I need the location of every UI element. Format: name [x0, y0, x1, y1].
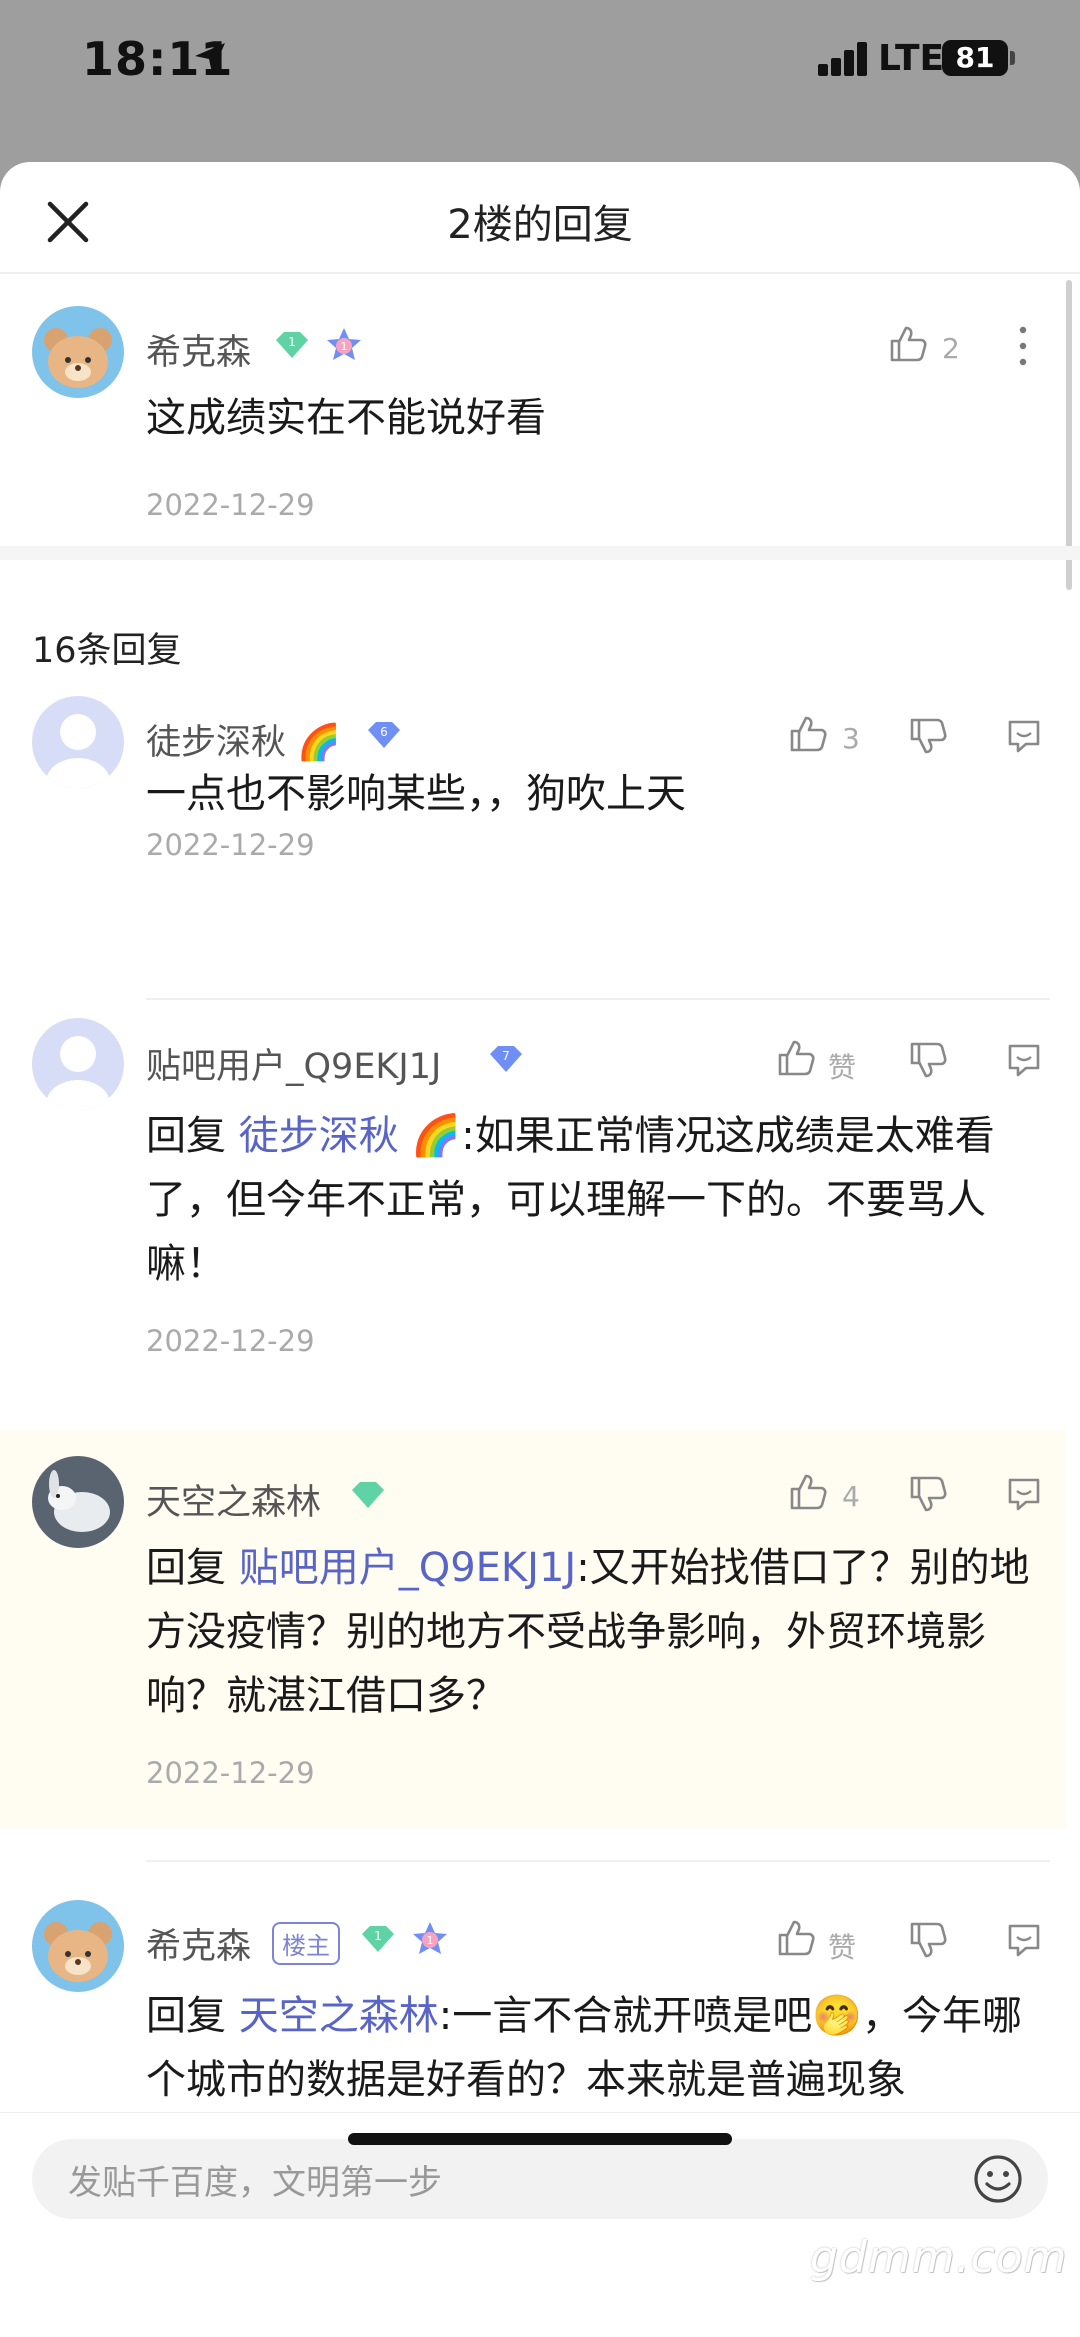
reply-text: 回复 天空之森林:一言不合就开喷是吧🤭，今年哪个城市的数据是好看的？本来就是普遍… — [146, 1993, 1023, 2103]
status-bar: 18:11 LTE 81 — [0, 0, 1080, 150]
post-date: 2022-12-29 — [146, 488, 315, 522]
watermark: gdmm.com — [810, 2232, 1068, 2283]
more-options-icon[interactable] — [1018, 324, 1028, 368]
thumbs-up-icon[interactable] — [776, 1918, 816, 1958]
signal-icon — [818, 42, 868, 76]
reply-bubble-icon[interactable] — [1004, 716, 1044, 756]
emoji-picker-icon[interactable] — [972, 2153, 1024, 2205]
svg-text:7: 7 — [502, 1049, 510, 1063]
svg-text:1: 1 — [288, 335, 296, 349]
avatar[interactable] — [32, 306, 124, 398]
reply-item: 贴吧用户_Q9EKJ1J 7 赞 回复 徒步深秋 🌈:如果正常情况这成绩是太难看… — [0, 998, 1066, 1418]
like-count: 3 — [842, 722, 860, 755]
battery-tip — [1010, 51, 1015, 65]
level-badge-icon: 1 — [362, 1926, 394, 1952]
svg-text:1: 1 — [341, 340, 348, 353]
thumbs-up-icon[interactable] — [788, 714, 828, 754]
reply-to-link[interactable]: 天空之森林 — [239, 1993, 439, 2039]
like-count: 2 — [942, 332, 960, 365]
avatar[interactable] — [32, 1456, 124, 1548]
thumbs-up-icon[interactable] — [788, 1472, 828, 1512]
username[interactable]: 贴吧用户_Q9EKJ1J — [146, 1038, 441, 1089]
svg-text:1: 1 — [374, 1929, 382, 1943]
level-badge-icon — [352, 1482, 384, 1508]
reply-bubble-icon[interactable] — [1004, 1920, 1044, 1960]
like-label: 赞 — [828, 1931, 857, 1964]
thumbs-down-icon[interactable] — [908, 1920, 948, 1960]
member-star-icon: 1 — [327, 328, 361, 360]
avatar[interactable] — [32, 1900, 124, 1992]
like-count: 4 — [842, 1480, 860, 1513]
username[interactable]: 徒步深秋 🌈 — [146, 714, 341, 765]
bear-avatar-icon — [44, 328, 112, 388]
reply-count-heading: 16条回复 — [32, 631, 182, 671]
reply-to-link[interactable]: 徒步深秋 🌈 — [239, 1113, 462, 1159]
bear-avatar-icon — [44, 1922, 112, 1982]
network-type: LTE — [878, 38, 945, 79]
reply-date: 2022-12-29 — [146, 828, 315, 862]
thumbs-down-icon[interactable] — [908, 1040, 948, 1080]
username[interactable]: 希克森 — [146, 1918, 251, 1969]
reply-item-highlighted: 天空之森林 4 回复 贴吧用户_Q9EKJ1J:又开始找借口了？别的地方没疫情？… — [0, 1430, 1066, 1830]
reply-bubble-icon[interactable] — [1004, 1040, 1044, 1080]
svg-text:6: 6 — [380, 725, 388, 739]
reply-item: 徒步深秋 🌈 6 3 一点也不影响某些，，狗吹上天 2022-12-29 — [0, 692, 1066, 998]
username[interactable]: 希克森 — [146, 324, 251, 375]
reply-text: 回复 贴吧用户_Q9EKJ1J:又开始找借口了？别的地方没疫情？别的地方不受战争… — [146, 1545, 1030, 1719]
battery-icon: 81 — [942, 40, 1008, 76]
home-indicator[interactable] — [348, 2133, 732, 2145]
thumbs-up-icon[interactable] — [888, 324, 928, 364]
location-arrow-icon — [195, 43, 225, 73]
level-badge-icon: 1 — [276, 332, 308, 358]
comment-input-bar: 发贴千百度，文明第一步 — [0, 2112, 1080, 2337]
scrollbar[interactable] — [1066, 280, 1072, 590]
main-post: 希克森 1 1 2 这成绩实在不能说好看 2022-12-29 — [0, 274, 1066, 546]
reply-item: 希克森 楼主 1 1 赞 回复 天空之森林:一言不合就开喷是吧🤭，今年哪个城市的… — [0, 1860, 1066, 2112]
like-label: 赞 — [828, 1051, 857, 1084]
reply-date: 2022-12-29 — [146, 1324, 315, 1358]
sheet-title: 2楼的回复 — [447, 202, 633, 248]
thumbs-down-icon[interactable] — [908, 1474, 948, 1514]
member-star-icon: 1 — [413, 1922, 447, 1954]
username[interactable]: 天空之森林 — [146, 1474, 321, 1525]
thumbs-down-icon[interactable] — [908, 716, 948, 756]
default-avatar-icon — [46, 714, 110, 788]
default-avatar-icon — [46, 1036, 110, 1110]
svg-text:1: 1 — [427, 1934, 434, 1947]
avatar[interactable] — [32, 696, 124, 788]
comment-input[interactable]: 发贴千百度，文明第一步 — [32, 2139, 1048, 2219]
thumbs-up-icon[interactable] — [776, 1038, 816, 1078]
reply-text: 回复 徒步深秋 🌈:如果正常情况这成绩是太难看了，但今年不正常，可以理解一下的。… — [146, 1113, 995, 1287]
level-badge-icon: 7 — [490, 1046, 522, 1072]
reply-date: 2022-12-29 — [146, 1756, 315, 1790]
reply-sheet: 2楼的回复 希克森 1 1 2 这成绩实在不能说好看 2022-12-29 16… — [0, 162, 1080, 2337]
level-badge-icon: 6 — [368, 722, 400, 748]
rabbit-avatar-icon — [48, 1470, 110, 1532]
input-placeholder: 发贴千百度，文明第一步 — [68, 2163, 442, 2203]
op-tag: 楼主 — [272, 1922, 340, 1965]
post-text: 这成绩实在不能说好看 — [146, 395, 546, 441]
avatar[interactable] — [32, 1018, 124, 1110]
reply-text: 一点也不影响某些，，狗吹上天 — [146, 771, 686, 817]
reply-bubble-icon[interactable] — [1004, 1474, 1044, 1514]
section-divider — [0, 546, 1080, 560]
reply-to-link[interactable]: 贴吧用户_Q9EKJ1J — [239, 1545, 576, 1591]
emoji-icon: 🤭 — [812, 1993, 863, 2039]
